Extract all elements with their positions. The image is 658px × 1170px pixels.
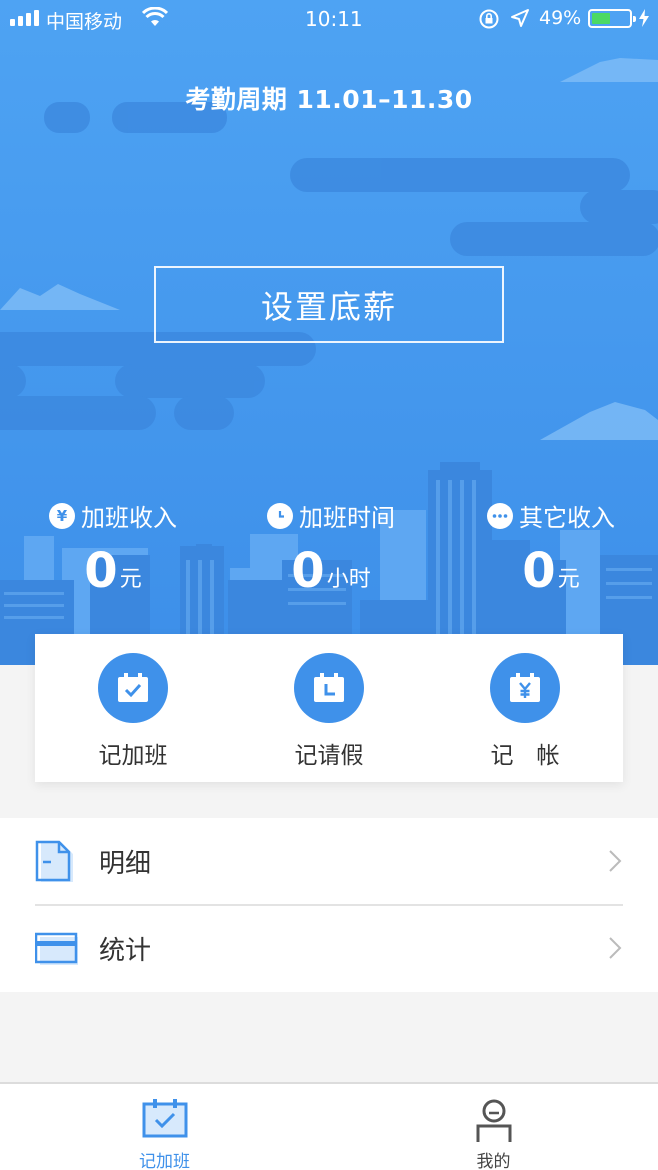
stat-value: 0 <box>522 543 556 599</box>
orientation-lock-icon <box>479 9 499 29</box>
stat-overtime-hours: 加班时间 0 小时 <box>226 498 436 595</box>
tab-bar: 记加班 我的 <box>0 1082 658 1170</box>
menu-label: 明细 <box>99 849 152 879</box>
tab-label: 我的 <box>476 1152 511 1170</box>
stat-label: 加班收入 <box>81 504 177 532</box>
battery-percentage: 49% <box>539 7 582 29</box>
calendar-clock-icon <box>314 673 344 702</box>
record-overtime-button[interactable]: 记加班 <box>35 634 231 782</box>
menu-item-details[interactable]: 明细 <box>0 818 658 906</box>
chevron-right-icon <box>609 850 622 872</box>
tab-label: 记加班 <box>139 1152 190 1170</box>
person-icon <box>476 1099 511 1142</box>
yen-icon: ¥ <box>49 502 75 529</box>
wifi-icon <box>142 7 168 26</box>
clock-icon <box>267 502 293 529</box>
carrier-name: 中国移动 <box>46 11 123 33</box>
battery-icon <box>588 9 636 28</box>
tab-record-overtime[interactable]: 记加班 <box>0 1084 329 1170</box>
action-label: 记请假 <box>294 743 364 769</box>
stat-label: 加班时间 <box>299 504 395 532</box>
action-label: 记 帐 <box>490 743 560 769</box>
record-bookkeeping-button[interactable]: 记 帐 <box>427 634 623 782</box>
stat-value: 0 <box>84 543 118 599</box>
stat-unit: 元 <box>557 567 580 592</box>
stat-unit: 小时 <box>326 567 371 592</box>
chevron-right-icon <box>609 937 622 959</box>
status-time: 10:11 <box>305 7 363 31</box>
more-icon <box>487 502 513 529</box>
stat-overtime-income: ¥ 加班收入 0 元 <box>8 498 218 595</box>
stat-unit: 元 <box>119 567 142 592</box>
set-base-salary-button[interactable]: 设置底薪 <box>154 266 504 343</box>
location-icon <box>511 9 529 27</box>
charging-icon <box>639 9 649 27</box>
stat-label: 其它收入 <box>519 504 615 532</box>
status-bar: 中国移动 10:11 49% <box>0 0 658 40</box>
record-leave-button[interactable]: 记请假 <box>231 634 427 782</box>
attendance-period: 考勤周期 11.01–11.30 <box>185 85 473 114</box>
calendar-yen-icon <box>510 673 540 702</box>
quick-actions-card: 记加班 记请假 记 帐 <box>35 634 623 782</box>
menu-list: 明细 统计 <box>0 818 658 992</box>
stat-other-income: 其它收入 0 元 <box>446 498 656 595</box>
calendar-check-icon <box>142 1099 187 1138</box>
signal-icon <box>10 10 39 26</box>
menu-label: 统计 <box>99 936 152 966</box>
document-icon <box>35 840 73 882</box>
menu-item-statistics[interactable]: 统计 <box>0 905 658 992</box>
card-icon <box>35 932 78 965</box>
tab-profile[interactable]: 我的 <box>329 1084 658 1170</box>
calendar-check-icon <box>118 673 148 702</box>
hero-banner: 中国移动 10:11 49% 考勤周期 11.01–11.30 设置底薪 ¥ 加… <box>0 0 658 665</box>
action-label: 记加班 <box>98 743 168 769</box>
stat-value: 0 <box>291 543 325 599</box>
